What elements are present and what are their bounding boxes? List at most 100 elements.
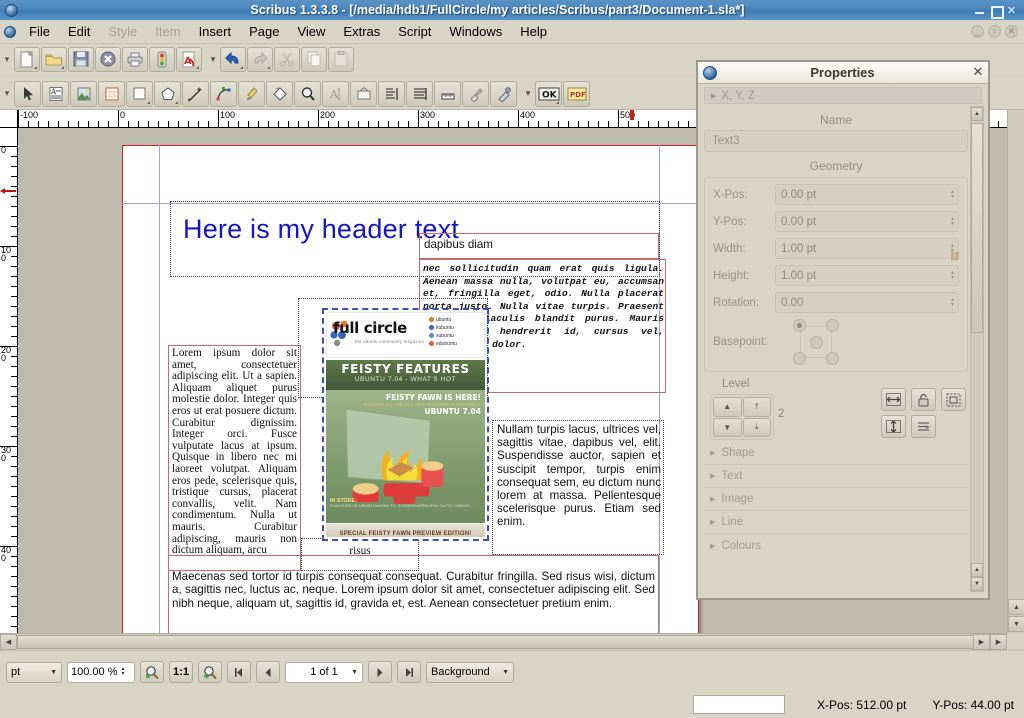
open-folder-icon[interactable] xyxy=(41,46,67,72)
menu-windows[interactable]: Windows xyxy=(440,21,511,42)
redo-icon[interactable] xyxy=(247,46,273,72)
copy-item-properties-icon[interactable] xyxy=(462,80,489,107)
lock-size-icon[interactable] xyxy=(941,388,966,411)
properties-palette[interactable]: Properties ✕ ▶ X, Y, Z Name Text3 Geomet… xyxy=(696,60,990,600)
lock-item-icon[interactable] xyxy=(911,388,936,411)
ypos-stepper[interactable]: ▴ ▾ xyxy=(951,216,954,227)
last-page-icon[interactable] xyxy=(397,661,421,683)
insert-shape-icon[interactable] xyxy=(126,80,153,107)
menu-file[interactable]: File xyxy=(20,21,59,42)
ypos-input[interactable]: 0.00 pt ▴ ▾ xyxy=(775,211,959,232)
xpos-stepper[interactable]: ▴ ▾ xyxy=(951,189,954,200)
measurements-icon[interactable] xyxy=(406,80,433,107)
insert-bezier-curve-icon[interactable] xyxy=(210,80,237,107)
menu-edit[interactable]: Edit xyxy=(59,21,99,42)
section-colours[interactable]: ▶ Colours xyxy=(704,534,968,557)
scroll-up-icon[interactable]: ▲ xyxy=(1008,599,1024,615)
left-text-frame[interactable]: Lorem ipsum dolor sit amet, consectetuer… xyxy=(168,345,301,571)
export-pdf-icon[interactable]: A xyxy=(176,46,202,72)
link-text-frames-icon[interactable] xyxy=(350,80,377,107)
basepoint-top-right[interactable] xyxy=(826,319,839,332)
pdf-toolbar-grip[interactable]: ▾ xyxy=(521,83,535,105)
props-scroll-up2-icon[interactable]: ▲ xyxy=(971,563,983,577)
height-stepper[interactable]: ▴ ▾ xyxy=(951,270,954,281)
eye-dropper-icon[interactable] xyxy=(490,80,517,107)
zoom-input[interactable]: 100.00 % ▴ ▾ xyxy=(67,661,135,683)
unlink-text-frames-icon[interactable] xyxy=(378,80,405,107)
insert-table-icon[interactable] xyxy=(98,80,125,107)
lower-to-bottom-icon[interactable]: ⤓ xyxy=(742,417,771,437)
tools-toolbar-grip[interactable]: ▾ xyxy=(0,83,14,105)
vertical-ruler[interactable]: 0 100 200 300 400 xyxy=(0,128,18,633)
maximize-icon[interactable] xyxy=(990,5,1004,19)
menu-insert[interactable]: Insert xyxy=(190,21,241,42)
scroll-right-icon[interactable]: ▶ xyxy=(973,634,990,650)
rotate-item-icon[interactable] xyxy=(266,80,293,107)
menu-view[interactable]: View xyxy=(288,21,334,42)
section-image[interactable]: ▶ Image xyxy=(704,488,968,511)
scroll-left-icon[interactable]: ◀ xyxy=(0,634,17,650)
preflight-verifier-icon[interactable] xyxy=(149,46,175,72)
freehand-line-icon[interactable] xyxy=(238,80,265,107)
image-frame-selected[interactable]: full circle the ubuntu community magazin… xyxy=(322,308,489,541)
basepoint-center[interactable] xyxy=(810,336,823,349)
zoom-icon[interactable] xyxy=(294,80,321,107)
canvas-vertical-scrollbar[interactable]: ▲ ▼ xyxy=(1007,110,1024,633)
insert-text-frame-icon[interactable]: A xyxy=(42,80,69,107)
xpos-input[interactable]: 0.00 pt ▴ ▾ xyxy=(775,184,959,205)
copy-icon[interactable] xyxy=(301,46,327,72)
dapibus-frame[interactable]: dapibus diam xyxy=(419,233,659,259)
hscroll-thumb[interactable] xyxy=(17,635,982,649)
new-document-icon[interactable] xyxy=(14,46,40,72)
close-icon[interactable]: ✕ xyxy=(1006,5,1017,16)
pdf-field-icon[interactable]: PDF xyxy=(563,80,590,107)
ok-button-icon[interactable]: OK xyxy=(535,80,562,107)
section-line[interactable]: ▶ Line xyxy=(704,511,968,534)
select-pointer-icon[interactable] xyxy=(14,80,41,107)
basepoint-top-left[interactable] xyxy=(793,319,806,332)
mdi-restore-icon[interactable]: ▫ xyxy=(988,25,1001,38)
zoom-in-icon[interactable] xyxy=(198,661,222,683)
menu-script[interactable]: Script xyxy=(389,21,440,42)
menu-page[interactable]: Page xyxy=(240,21,288,42)
flip-horizontal-icon[interactable] xyxy=(881,388,906,411)
flip-vertical-icon[interactable] xyxy=(881,415,906,438)
menu-help[interactable]: Help xyxy=(511,21,556,42)
insert-polygon-icon[interactable] xyxy=(154,80,181,107)
document-page[interactable]: Here is my header text dapibus diam nec … xyxy=(122,145,699,633)
zoom-reset-button[interactable]: 1:1 xyxy=(169,661,193,683)
raise-one-level-icon[interactable]: ▲ xyxy=(713,397,742,417)
enable-text-flow-icon[interactable] xyxy=(911,415,936,438)
name-input[interactable]: Text3 xyxy=(704,130,968,152)
lower-one-level-icon[interactable]: ▼ xyxy=(713,417,742,437)
basepoint-bottom-right[interactable] xyxy=(826,352,839,365)
properties-scrollbar[interactable]: ▲ ▲ ▼ xyxy=(970,106,984,592)
toolbar-grip[interactable]: ▾ xyxy=(0,48,14,70)
page-select[interactable]: 1 of 1 ▼ xyxy=(285,661,363,683)
scroll-right-page-icon[interactable]: ▶ xyxy=(990,634,1007,650)
bottom-text-frame[interactable]: Maecenas sed tortor id turpis consequat … xyxy=(168,555,659,633)
ruler-measure-icon[interactable] xyxy=(434,80,461,107)
print-icon[interactable] xyxy=(122,46,148,72)
edit-contents-icon[interactable]: A xyxy=(322,80,349,107)
unit-select[interactable]: pt ▼ xyxy=(6,661,62,683)
width-input[interactable]: 1.00 pt ▴ ▾ xyxy=(775,238,959,259)
next-page-icon[interactable] xyxy=(368,661,392,683)
scroll-down-icon[interactable]: ▼ xyxy=(1008,616,1024,632)
save-icon[interactable] xyxy=(68,46,94,72)
undo-icon[interactable] xyxy=(220,46,246,72)
props-scroll-thumb[interactable] xyxy=(971,123,983,333)
insert-line-icon[interactable] xyxy=(182,80,209,107)
properties-close-icon[interactable]: ✕ xyxy=(968,65,988,80)
edit-toolbar-grip[interactable]: ▾ xyxy=(206,48,220,70)
zoom-stepper[interactable]: ▴ ▾ xyxy=(121,666,124,677)
previous-page-icon[interactable] xyxy=(256,661,280,683)
first-page-icon[interactable] xyxy=(227,661,251,683)
menu-extras[interactable]: Extras xyxy=(334,21,389,42)
basepoint-grid[interactable] xyxy=(793,319,847,365)
paste-icon[interactable] xyxy=(328,46,354,72)
mdi-minimize-icon[interactable]: _ xyxy=(971,25,984,38)
cut-icon[interactable] xyxy=(274,46,300,72)
basepoint-bottom-left[interactable] xyxy=(793,352,806,365)
section-shape[interactable]: ▶ Shape xyxy=(704,442,968,465)
